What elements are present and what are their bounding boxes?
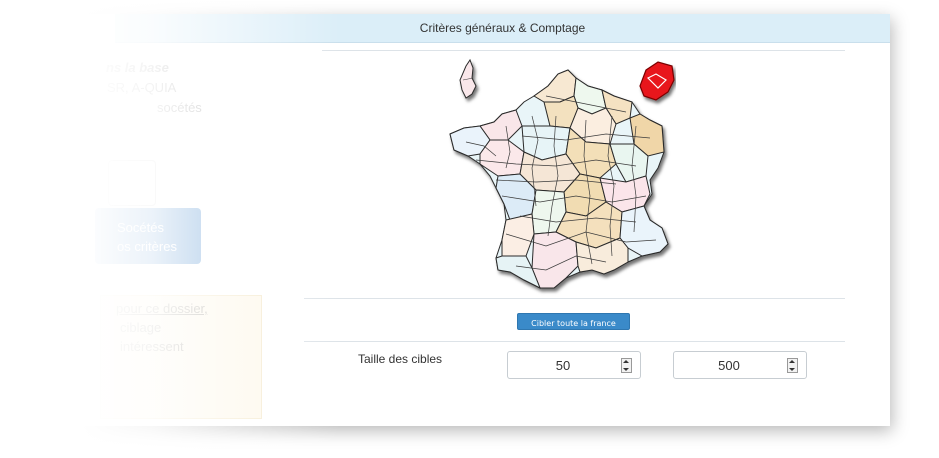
- ghost-note-line3: intéressent: [120, 339, 184, 354]
- ghost-text-line3: socétés: [157, 100, 202, 115]
- divider-middle: [304, 298, 845, 299]
- target-size-max-value[interactable]: 500: [674, 352, 784, 378]
- target-size-min-stepper[interactable]: 50: [507, 351, 641, 379]
- ghost-button-line1: Socétés: [117, 220, 164, 235]
- ghost-text-line1: ns la base: [106, 60, 169, 75]
- target-size-max-stepper[interactable]: 500: [673, 351, 807, 379]
- spinner-arrows-icon[interactable]: [621, 358, 632, 373]
- target-size-min-value[interactable]: 50: [508, 352, 618, 378]
- ghost-note-line1: pour ce dossier,: [116, 301, 208, 316]
- ghost-text-line2: SR, A-QUIA: [107, 80, 177, 95]
- alsace-region-selected[interactable]: [639, 61, 675, 101]
- france-map[interactable]: [436, 56, 676, 296]
- section-header: Critères généraux & Comptage: [115, 14, 890, 43]
- ghost-note-line2: ciblage: [120, 320, 162, 335]
- ghost-companies-button: Socétés os critères: [95, 208, 201, 264]
- divider-top: [322, 50, 845, 51]
- target-size-label: Taille des cibles: [358, 352, 443, 366]
- ghost-button-line2: os critères: [117, 239, 177, 254]
- ghost-shape: [108, 160, 156, 206]
- divider-bottom: [304, 341, 845, 342]
- target-all-france-button[interactable]: Cibler toute la france: [517, 313, 630, 330]
- spinner-arrows-icon[interactable]: [787, 358, 798, 373]
